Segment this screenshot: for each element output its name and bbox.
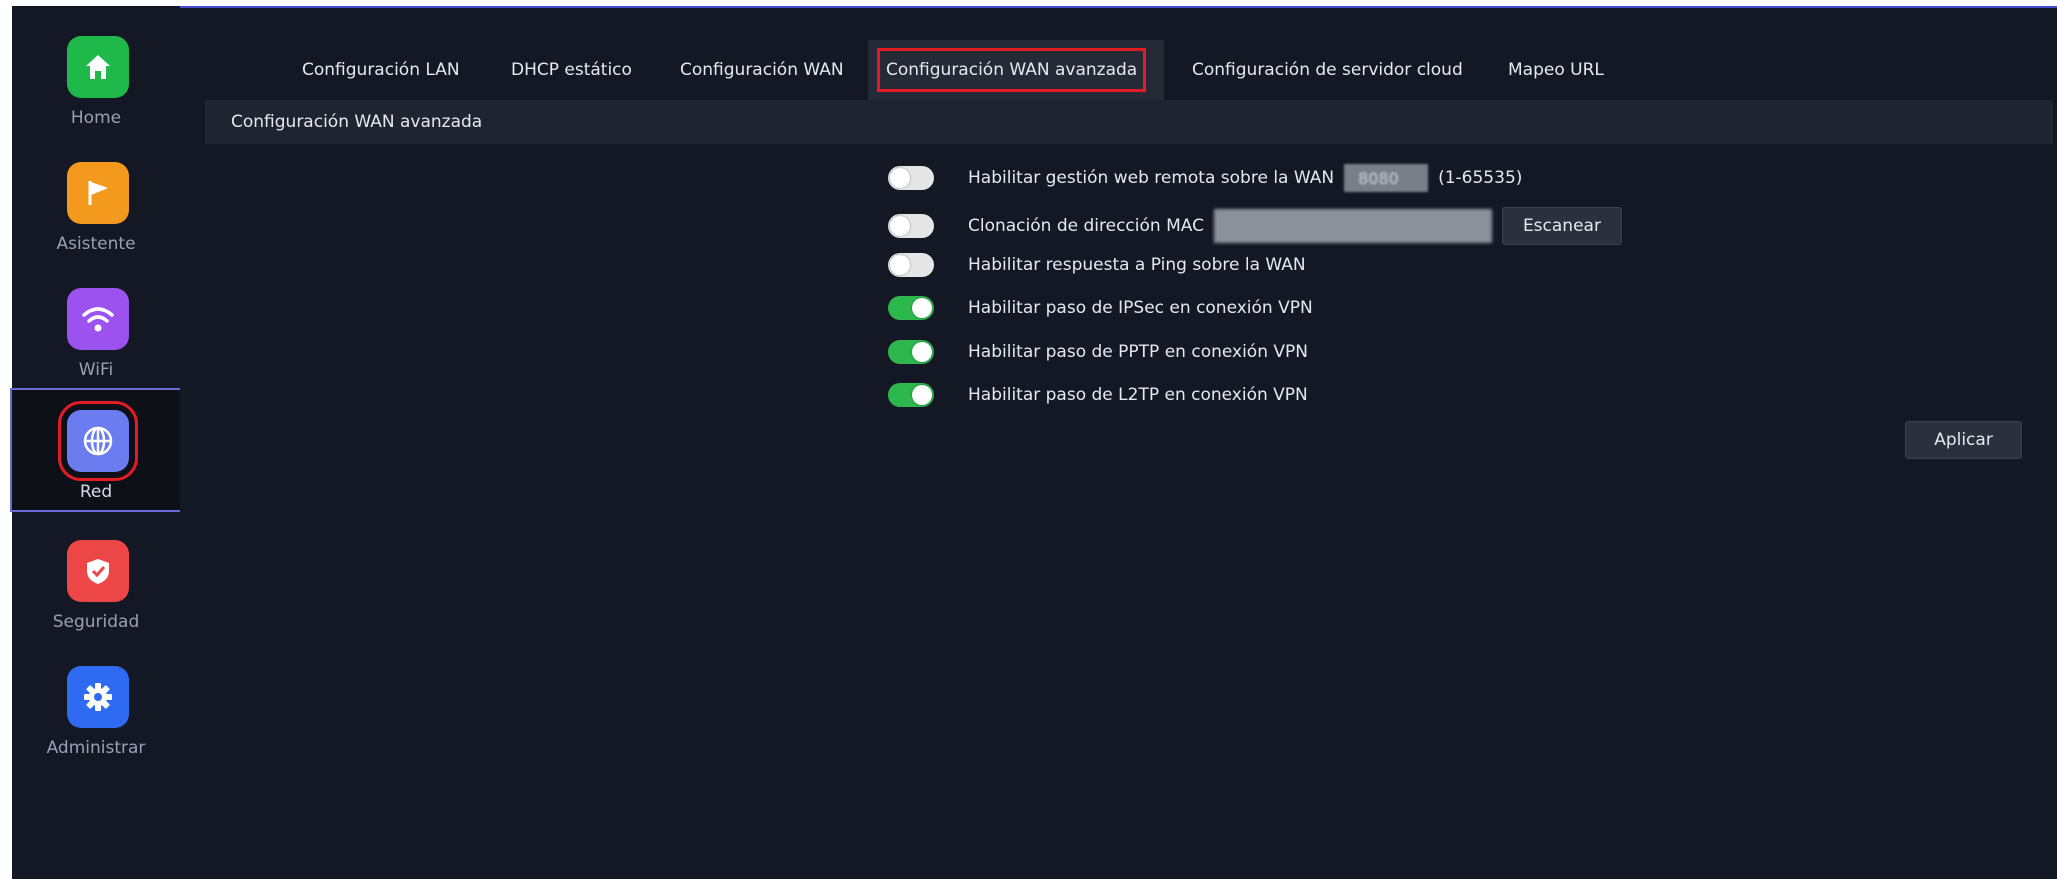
mac-clone-row: Clonación de dirección MAC Escanear bbox=[888, 207, 1888, 245]
tab-dhcp-estatico[interactable]: DHCP estático bbox=[511, 40, 632, 104]
sidebar-item-administrar[interactable]: Administrar bbox=[12, 646, 180, 770]
apply-button[interactable]: Aplicar bbox=[1905, 421, 2022, 459]
remote-web-label: Habilitar gestión web remota sobre la WA… bbox=[968, 168, 1335, 188]
shield-icon bbox=[67, 540, 129, 602]
pptp-row: Habilitar paso de PPTP en conexión VPN bbox=[888, 337, 1888, 367]
tab-configuracion-lan[interactable]: Configuración LAN bbox=[302, 40, 460, 104]
l2tp-toggle[interactable] bbox=[888, 383, 934, 407]
sidebar-item-label: Asistente bbox=[56, 234, 136, 254]
mac-clone-toggle[interactable] bbox=[888, 214, 934, 238]
sidebar-item-wifi[interactable]: WiFi bbox=[12, 268, 180, 392]
main-panel: Configuración LAN DHCP estático Configur… bbox=[180, 6, 2057, 879]
mac-address-input[interactable] bbox=[1213, 209, 1492, 243]
sidebar-item-label: Administrar bbox=[46, 738, 146, 758]
scan-button[interactable]: Escanear bbox=[1501, 207, 1622, 245]
remote-port-input[interactable] bbox=[1344, 164, 1429, 192]
wifi-icon bbox=[67, 288, 129, 350]
sidebar-item-red[interactable]: Red bbox=[10, 388, 180, 512]
section-title: Configuración WAN avanzada bbox=[205, 100, 2053, 144]
sidebar-item-label: Home bbox=[70, 108, 122, 128]
pptp-label: Habilitar paso de PPTP en conexión VPN bbox=[968, 342, 1308, 362]
ipsec-toggle[interactable] bbox=[888, 296, 934, 320]
pptp-toggle[interactable] bbox=[888, 340, 934, 364]
tab-configuracion-wan-avanzada[interactable]: Configuración WAN avanzada bbox=[868, 40, 1164, 104]
globe-icon bbox=[58, 401, 138, 481]
ipsec-row: Habilitar paso de IPSec en conexión VPN bbox=[888, 293, 1888, 323]
remote-web-row: Habilitar gestión web remota sobre la WA… bbox=[888, 163, 1888, 193]
l2tp-row: Habilitar paso de L2TP en conexión VPN bbox=[888, 380, 1888, 410]
sidebar-item-seguridad[interactable]: Seguridad bbox=[12, 520, 180, 644]
tab-mapeo-url[interactable]: Mapeo URL bbox=[1508, 40, 1604, 104]
sidebar-item-home[interactable]: Home bbox=[12, 16, 180, 140]
flag-icon bbox=[67, 162, 129, 224]
tab-configuracion-wan[interactable]: Configuración WAN bbox=[680, 40, 844, 104]
ping-label: Habilitar respuesta a Ping sobre la WAN bbox=[968, 255, 1306, 275]
sidebar-nav: Home Asistente WiFi Red Seguridad Admini… bbox=[10, 6, 182, 879]
port-range-hint: (1-65535) bbox=[1438, 168, 1523, 188]
tab-servidor-cloud[interactable]: Configuración de servidor cloud bbox=[1192, 40, 1463, 104]
top-divider bbox=[180, 6, 2057, 8]
sidebar-item-label: Seguridad bbox=[52, 612, 140, 632]
ping-toggle[interactable] bbox=[888, 253, 934, 277]
sidebar-item-label: WiFi bbox=[78, 360, 114, 380]
remote-web-toggle[interactable] bbox=[888, 166, 934, 190]
home-icon bbox=[67, 36, 129, 98]
ipsec-label: Habilitar paso de IPSec en conexión VPN bbox=[968, 298, 1313, 318]
sidebar-item-label: Red bbox=[79, 482, 113, 502]
sidebar-item-asistente[interactable]: Asistente bbox=[12, 142, 180, 266]
tab-bar: Configuración LAN DHCP estático Configur… bbox=[180, 40, 2057, 104]
mac-clone-label: Clonación de dirección MAC bbox=[968, 216, 1204, 236]
ping-row: Habilitar respuesta a Ping sobre la WAN bbox=[888, 250, 1888, 280]
l2tp-label: Habilitar paso de L2TP en conexión VPN bbox=[968, 385, 1308, 405]
gear-icon bbox=[67, 666, 129, 728]
